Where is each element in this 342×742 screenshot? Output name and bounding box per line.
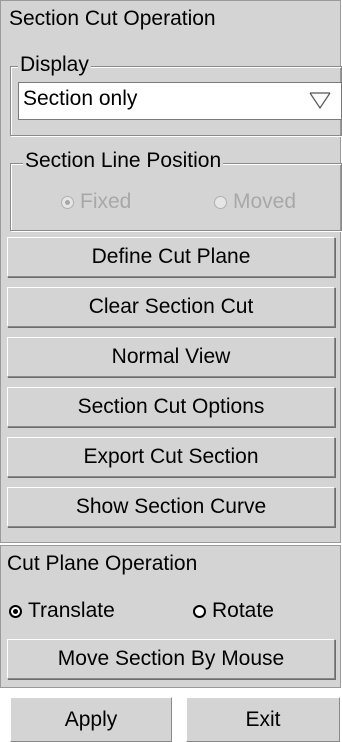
section-cut-title: Section Cut Operation xyxy=(9,7,216,30)
radio-fixed-label: Fixed xyxy=(80,190,132,213)
section-line-position-legend: Section Line Position xyxy=(23,149,224,173)
normal-view-button[interactable]: Normal View xyxy=(7,337,335,377)
display-dropdown-value: Section only xyxy=(23,87,138,110)
dropdown-arrow-icon[interactable] xyxy=(309,91,331,109)
export-cut-section-button[interactable]: Export Cut Section xyxy=(7,437,335,477)
radio-translate[interactable]: Translate xyxy=(9,599,115,623)
radio-fixed[interactable]: Fixed xyxy=(61,190,131,214)
cut-plane-title: Cut Plane Operation xyxy=(7,552,198,575)
display-dropdown[interactable]: Section only xyxy=(18,82,342,120)
display-legend: Display xyxy=(18,53,91,77)
apply-button[interactable]: Apply xyxy=(10,697,172,742)
radio-rotate-label: Rotate xyxy=(212,599,274,622)
radio-rotate-indicator xyxy=(193,604,206,618)
section-cut-options-button[interactable]: Section Cut Options xyxy=(7,387,335,427)
radio-translate-label: Translate xyxy=(28,599,115,622)
radio-translate-indicator xyxy=(9,604,22,618)
cut-plane-panel: Cut Plane Operation Translate Rotate Mov… xyxy=(0,545,341,688)
radio-rotate[interactable]: Rotate xyxy=(193,599,274,623)
exit-button[interactable]: Exit xyxy=(186,697,340,742)
clear-section-cut-button[interactable]: Clear Section Cut xyxy=(7,287,335,327)
move-section-by-mouse-button[interactable]: Move Section By Mouse xyxy=(7,639,335,679)
show-section-curve-button[interactable]: Show Section Curve xyxy=(7,487,335,527)
radio-fixed-indicator xyxy=(61,195,74,209)
section-cut-panel: Section Cut Operation Display Section on… xyxy=(0,0,342,543)
define-cut-plane-button[interactable]: Define Cut Plane xyxy=(7,237,335,277)
radio-moved[interactable]: Moved xyxy=(214,190,296,214)
radio-moved-indicator xyxy=(214,195,227,209)
radio-moved-label: Moved xyxy=(233,190,297,213)
